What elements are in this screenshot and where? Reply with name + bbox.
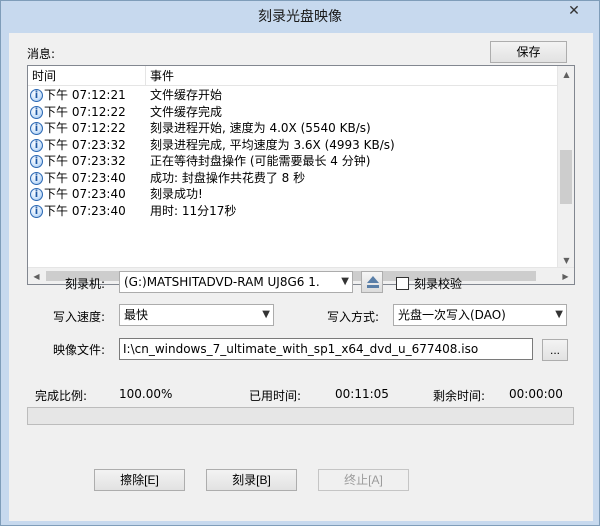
image-file-input[interactable]: I:\cn_windows_7_ultimate_with_sp1_x64_dv…: [119, 338, 533, 360]
speed-select-value: 最快: [124, 308, 149, 322]
burn-button[interactable]: 刻录[B]: [206, 469, 297, 491]
stop-button[interactable]: 终止[A]: [318, 469, 409, 491]
remaining-label: 剩余时间:: [433, 389, 486, 403]
row-time: 下午 07:12:22: [44, 104, 126, 119]
window-title: 刻录光盘映像: [258, 9, 342, 25]
message-log[interactable]: 时间 事件 i 下午 07:12:21 文件缓存开始 i 下午 07:12:22 文件缓…: [27, 65, 575, 285]
eject-icon: [367, 276, 379, 283]
messages-label: 消息:: [27, 47, 56, 61]
table-row[interactable]: i 下午 07:23:40 成功: 封盘操作共花费了 8 秒: [28, 170, 558, 187]
table-row[interactable]: i 下午 07:12:22 文件缓存完成: [28, 104, 558, 121]
row-time: 下午 07:23:40: [44, 170, 126, 185]
burner-label: 刻录机:: [65, 277, 106, 291]
table-row[interactable]: i 下午 07:23:32 刻录进程完成, 平均速度为 3.6X (4993 KB/…: [28, 137, 558, 154]
table-row[interactable]: i 下午 07:12:21 文件缓存开始: [28, 87, 558, 104]
scroll-left-icon[interactable]: ◀: [28, 268, 45, 285]
progress-bar-fill: [28, 408, 573, 424]
write-mode-select-value: 光盘一次写入(DAO): [398, 308, 506, 322]
progress-bar: [27, 407, 574, 425]
progress-label: 完成比例:: [35, 389, 88, 403]
info-icon: i: [30, 105, 43, 119]
info-icon: i: [30, 89, 43, 102]
save-button[interactable]: 保存: [490, 41, 567, 63]
row-time: 下午 07:23:32: [44, 137, 126, 152]
burner-select-value: (G:)MATSHITADVD-RAM UJ8G6 1.: [124, 275, 320, 289]
log-rows: i 下午 07:12:21 文件缓存开始 i 下午 07:12:22 文件缓存完成 i下…: [28, 87, 558, 219]
row-event: 文件缓存开始: [150, 88, 223, 102]
write-mode-label: 写入方式:: [327, 310, 380, 324]
burner-select[interactable]: (G:)MATSHITADVD-RAM UJ8G6 1. ▼: [119, 271, 353, 293]
scroll-up-icon[interactable]: ▲: [558, 66, 575, 83]
image-file-label: 映像文件:: [53, 343, 106, 357]
elapsed-value: 00:11:05: [335, 387, 389, 401]
row-time: 下午 07:23:40: [44, 187, 126, 201]
row-event: 刻录进程开始, 速度为 4.0X (5540 KB/s): [150, 121, 371, 135]
elapsed-label: 已用时间:: [249, 389, 302, 403]
chevron-down-icon: ▼: [262, 309, 270, 320]
close-button[interactable]: ✕: [555, 2, 593, 22]
row-event: 正在等待封盘操作 (可能需要最长 4 分钟): [150, 154, 371, 168]
erase-button[interactable]: 擦除[E]: [94, 469, 185, 491]
info-icon: i: [30, 138, 43, 152]
eject-button[interactable]: [361, 271, 383, 293]
column-header-time[interactable]: 时间: [28, 66, 146, 86]
browse-button[interactable]: ...: [542, 339, 568, 361]
info-icon: i: [30, 155, 43, 168]
table-row[interactable]: i 下午 07:23:32 正在等待封盘操作 (可能需要最长 4 分钟): [28, 153, 558, 170]
table-row[interactable]: i 下午 07:12:22 刻录进程开始, 速度为 4.0X (5540 KB/s): [28, 120, 558, 137]
burn-image-dialog: 刻录光盘映像 ✕ 消息: 保存 时间 事件 i 下午 07:12:21 文件缓存开始…: [0, 0, 600, 526]
close-icon: ✕: [568, 3, 580, 19]
row-time: 下午 07:12:21: [44, 88, 126, 102]
dialog-client: 消息: 保存 时间 事件 i 下午 07:12:21 文件缓存开始 i 下午 07:1…: [9, 33, 593, 521]
info-icon: i: [30, 188, 43, 201]
speed-select[interactable]: 最快 ▼: [119, 304, 274, 326]
row-event: 文件缓存完成: [150, 104, 223, 119]
info-icon: i: [30, 204, 43, 218]
log-header: 时间 事件: [28, 66, 558, 86]
write-mode-select[interactable]: 光盘一次写入(DAO) ▼: [393, 304, 567, 326]
vertical-scrollbar[interactable]: ▲ ▼: [557, 66, 574, 269]
verify-checkbox[interactable]: [396, 277, 409, 290]
row-time: 下午 07:23:40: [44, 203, 126, 218]
row-event: 用时: 11分17秒: [150, 203, 237, 218]
chevron-down-icon: ▼: [555, 309, 563, 320]
speed-label: 写入速度:: [53, 310, 106, 324]
info-icon: i: [30, 122, 43, 135]
row-event: 刻录成功!: [150, 187, 203, 201]
verify-label[interactable]: 刻录校验: [414, 275, 462, 292]
progress-value: 100.00%: [119, 387, 173, 401]
chevron-down-icon: ▼: [341, 276, 349, 287]
remaining-value: 00:00:00: [509, 387, 563, 401]
info-icon: i: [30, 171, 43, 185]
table-row[interactable]: i 下午 07:23:40 刻录成功!: [28, 186, 558, 203]
row-event: 刻录进程完成, 平均速度为 3.6X (4993 KB/s): [150, 137, 395, 152]
row-event: 成功: 封盘操作共花费了 8 秒: [150, 170, 306, 185]
table-row[interactable]: i 下午 07:23:40 用时: 11分17秒: [28, 203, 558, 220]
vertical-scroll-thumb[interactable]: [560, 150, 572, 204]
column-header-event[interactable]: 事件: [146, 66, 446, 86]
row-time: 下午 07:23:32: [44, 154, 126, 168]
row-time: 下午 07:12:22: [44, 121, 126, 135]
scroll-right-icon[interactable]: ▶: [557, 268, 574, 285]
